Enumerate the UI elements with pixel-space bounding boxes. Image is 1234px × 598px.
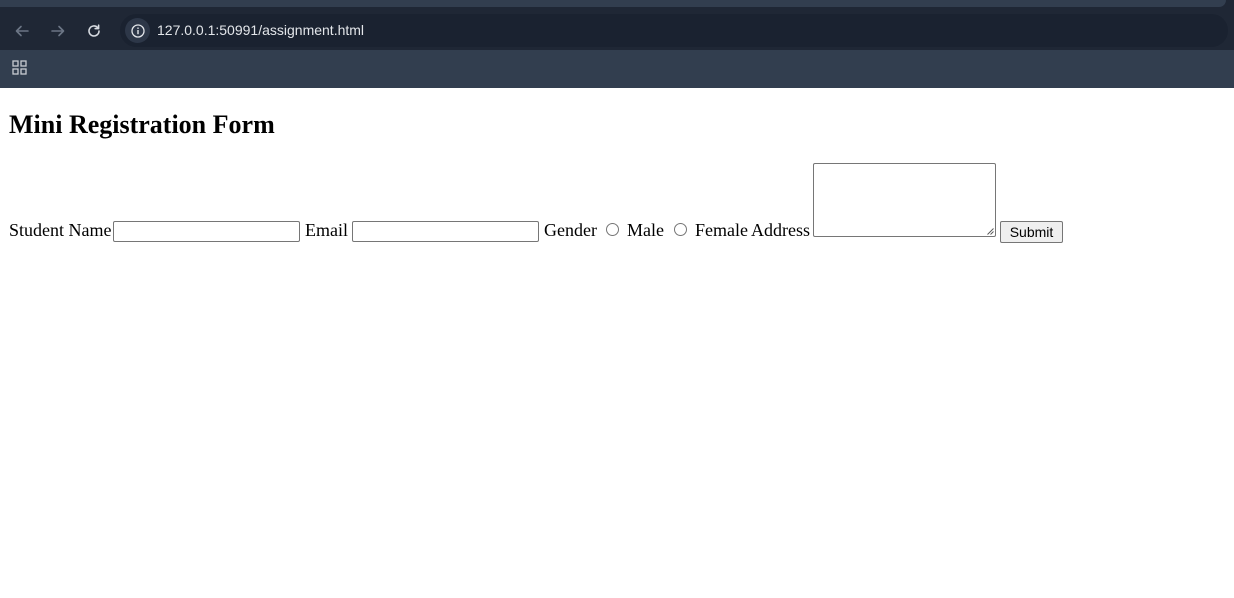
address-textarea[interactable] [813,163,996,237]
student-name-input[interactable] [113,221,300,242]
tab-strip [0,0,1234,12]
back-arrow-icon [15,25,29,37]
reload-icon [88,24,100,37]
browser-chrome: 127.0.0.1:50991/assignment.html [0,0,1234,88]
forward-arrow-icon [51,25,65,37]
back-button[interactable] [10,19,34,43]
gender-male-label: Male [627,220,664,240]
browser-toolbar: 127.0.0.1:50991/assignment.html [0,12,1234,50]
apps-button[interactable] [11,59,29,77]
resize-grip-icon[interactable] [986,227,994,235]
gender-female-label: Female [695,220,748,240]
url-text[interactable]: 127.0.0.1:50991/assignment.html [157,22,364,38]
address-bar[interactable]: 127.0.0.1:50991/assignment.html [120,14,1228,47]
registration-form: Student Name Email Gender Male Female Ad… [9,163,1229,243]
student-name-label: Student Name [9,220,112,240]
email-input[interactable] [352,221,539,242]
page-content: Mini Registration Form Student Name Emai… [0,88,1234,598]
bookmarks-bar [0,50,1234,88]
active-tab-edge [0,0,1226,7]
gender-male-radio[interactable] [606,223,619,236]
gender-label: Gender [544,220,597,240]
page-title: Mini Registration Form [9,110,275,139]
address-label: Address [751,220,810,240]
gender-female-radio[interactable] [674,223,687,236]
reload-button[interactable] [82,19,106,43]
forward-button[interactable] [46,19,70,43]
info-icon [130,23,145,38]
submit-button[interactable]: Submit [1000,221,1063,243]
email-label: Email [305,220,348,240]
apps-grid-icon [12,60,27,75]
site-info-button[interactable] [125,18,150,43]
